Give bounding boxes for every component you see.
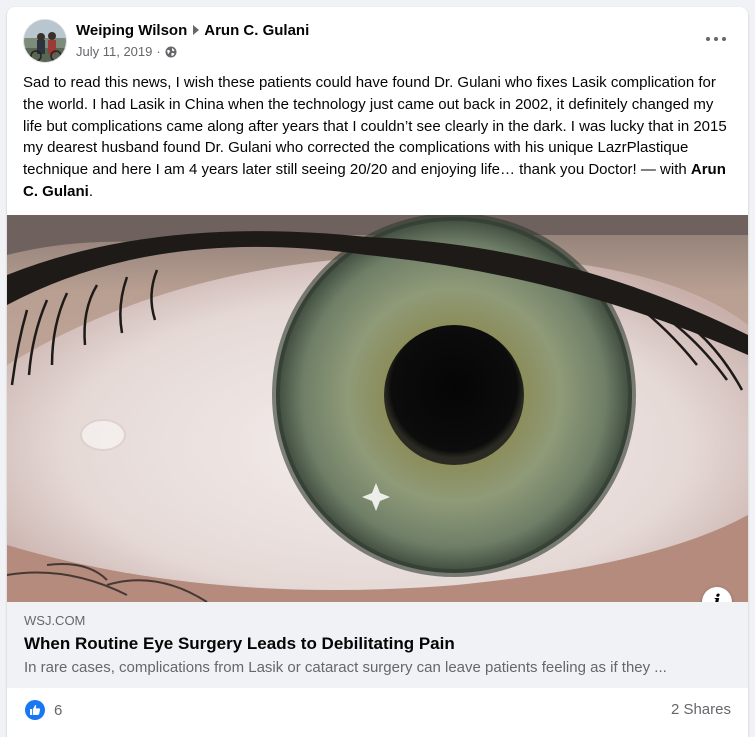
globe-icon[interactable] — [165, 46, 177, 62]
more-options-icon[interactable] — [704, 29, 728, 49]
post-card: Weiping Wilson Arun C. Gulani July 11, 20… — [7, 7, 748, 737]
post-footer: 6 2 Shares — [7, 688, 748, 737]
reaction-count[interactable]: 6 — [54, 702, 62, 719]
author-avatar[interactable] — [23, 19, 67, 63]
post-meta: July 11, 2019 · — [76, 44, 177, 62]
author-name[interactable]: Weiping Wilson — [76, 22, 187, 39]
link-preview[interactable]: WSJ.COM When Routine Eye Surgery Leads t… — [7, 602, 748, 688]
target-name[interactable]: Arun C. Gulani — [204, 22, 309, 39]
post-text-end: . — [88, 182, 94, 200]
meta-separator: · — [156, 44, 161, 59]
caret-right-icon — [193, 25, 200, 35]
link-description: In rare cases, complications from Lasik … — [24, 659, 667, 676]
like-icon[interactable] — [25, 700, 45, 720]
link-domain: WSJ.COM — [24, 613, 86, 628]
post-header: Weiping Wilson Arun C. Gulani July 11, 20… — [7, 7, 748, 69]
link-preview-image[interactable] — [7, 215, 748, 602]
shares-count[interactable]: 2 Shares — [671, 701, 731, 718]
post-author-line: Weiping Wilson Arun C. Gulani — [76, 21, 309, 41]
link-title[interactable]: When Routine Eye Surgery Leads to Debili… — [24, 633, 455, 655]
post-text: Sad to read this news, I wish these pati… — [23, 72, 733, 203]
post-date[interactable]: July 11, 2019 — [76, 44, 152, 59]
post-body: Sad to read this news, I wish these pati… — [23, 74, 727, 179]
